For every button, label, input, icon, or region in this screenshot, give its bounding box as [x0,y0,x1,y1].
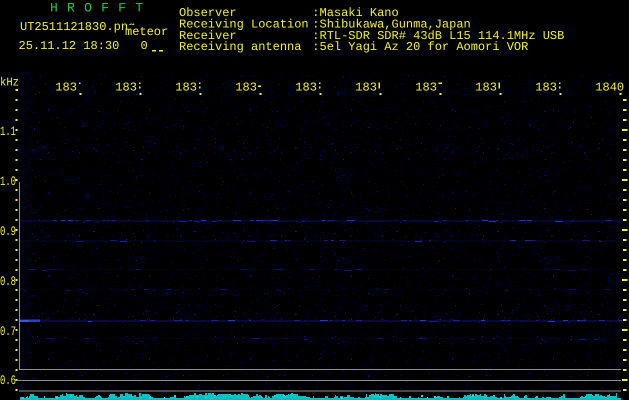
svg-text:0: 0 [141,39,148,53]
svg-text:1.1: 1.1 [0,124,16,139]
svg-text:1840: 1840 [595,81,624,95]
svg-text:kHz: kHz [0,75,19,89]
svg-text:183: 183 [535,81,557,95]
svg-text:183: 183 [175,81,197,95]
svg-text:183: 183 [55,81,77,95]
svg-text:25.11.12 18:30: 25.11.12 18:30 [19,39,120,53]
svg-text:Receiving antenna: Receiving antenna [179,40,301,54]
svg-text:0.7: 0.7 [0,324,16,339]
svg-text:0.9: 0.9 [0,224,16,239]
svg-text:183: 183 [355,81,377,95]
svg-text:UT2511121830.png: UT2511121830.png [20,20,135,34]
svg-text:183: 183 [235,81,257,95]
svg-text:183: 183 [415,81,437,95]
svg-text:0.8: 0.8 [0,274,16,289]
svg-text:H R O F F T: H R O F F T [50,0,143,15]
svg-text:1.0: 1.0 [0,174,16,189]
svg-text:183: 183 [295,81,317,95]
svg-text::5el Yagi Az 20 for Aomori VOR: :5el Yagi Az 20 for Aomori VOR [312,40,528,54]
svg-text:183: 183 [475,81,497,95]
svg-text:183: 183 [115,81,137,95]
svg-text:0.6: 0.6 [0,373,16,388]
svg-text:meteor: meteor [125,25,168,39]
